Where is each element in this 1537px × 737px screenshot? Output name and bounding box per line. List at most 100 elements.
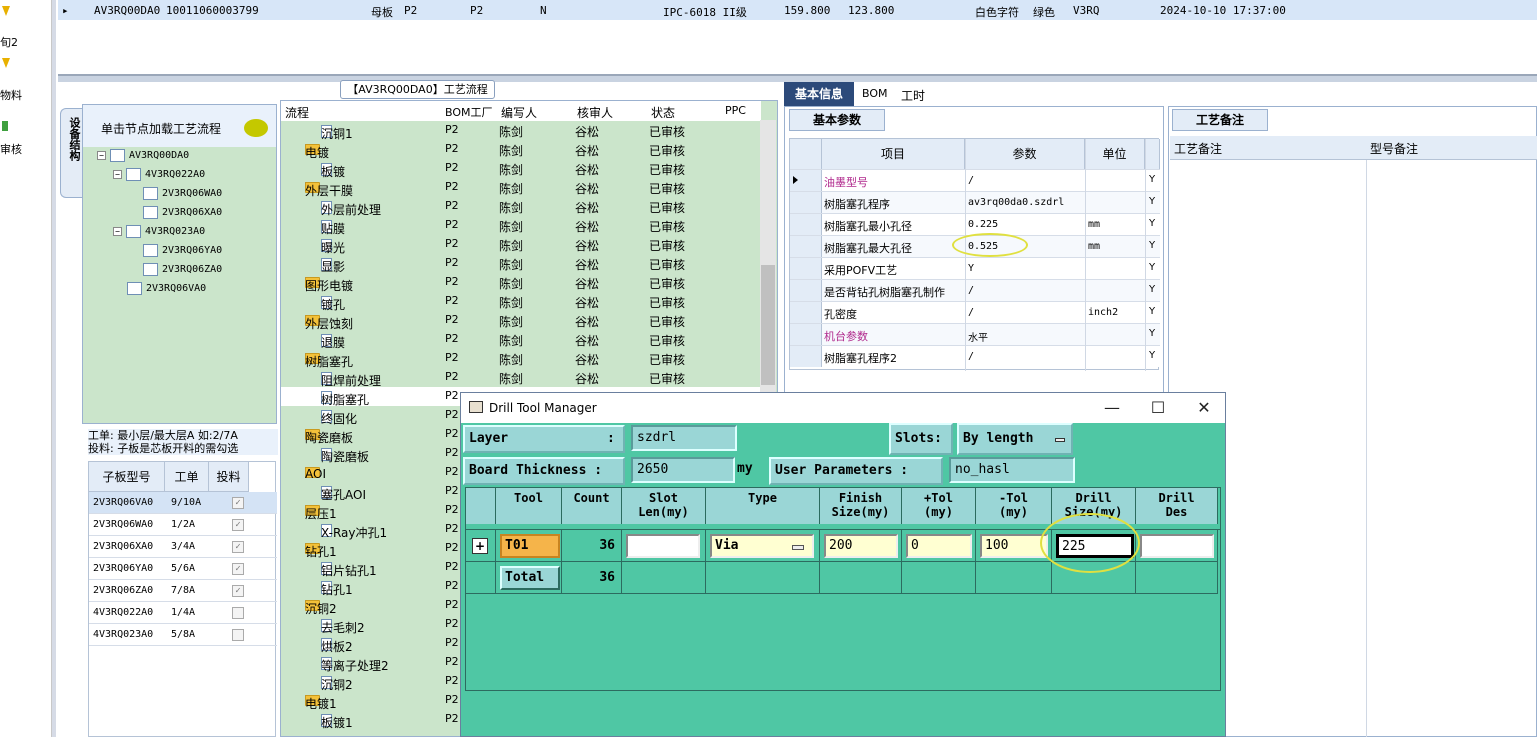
tree-node[interactable]: − AV3RQ00DA0 <box>97 149 189 162</box>
finish-size-field[interactable]: 200 <box>824 534 898 558</box>
col-header[interactable]: 参数 <box>965 139 1085 169</box>
row-header[interactable] <box>790 214 822 235</box>
tree-node[interactable]: − 4V3RQ023A0 <box>113 225 205 238</box>
col-header[interactable]: 编写人 <box>501 104 537 121</box>
param-row[interactable]: 树脂塞孔程序2 / Y <box>790 345 1160 367</box>
param-value[interactable]: 0.225 <box>968 219 998 230</box>
param-row[interactable]: 是否背钻孔树脂塞孔制作 / Y <box>790 279 1160 301</box>
sub-board-row[interactable]: 2V3RQ06XA0 3/4A ✓ <box>89 536 277 558</box>
param-row[interactable]: 采用POFV工艺 Y Y <box>790 257 1160 279</box>
feed-checkbox[interactable] <box>232 607 244 619</box>
tab-basic-params[interactable]: 基本参数 <box>789 109 885 131</box>
process-row[interactable]: 退膜 P2 陈剑 谷松 已审核 <box>281 330 761 350</box>
row-header[interactable] <box>790 258 822 279</box>
minus-tol-field[interactable]: 100 <box>980 534 1048 558</box>
collapse-icon[interactable]: − <box>113 170 122 179</box>
process-row[interactable]: 镀孔 P2 陈剑 谷松 已审核 <box>281 292 761 312</box>
row-header[interactable] <box>790 346 822 367</box>
param-row[interactable]: 孔密度 / inch2 Y <box>790 301 1160 323</box>
row-header[interactable] <box>790 236 822 257</box>
dropdown-icon[interactable] <box>792 545 804 550</box>
col-header[interactable]: 状态 <box>651 104 675 121</box>
process-row[interactable]: 贴膜 P2 陈剑 谷松 已审核 <box>281 216 761 236</box>
drill-des-field[interactable] <box>1140 534 1214 558</box>
tab-process-notes[interactable]: 工艺备注 <box>1172 109 1268 131</box>
slots-select[interactable]: By length <box>957 423 1073 455</box>
col-header[interactable]: 流程 <box>285 104 309 121</box>
close-button[interactable]: ✕ <box>1191 397 1217 419</box>
nav-item-1[interactable]: 旬2 <box>0 34 18 50</box>
param-row[interactable]: 树脂塞孔最小孔径 0.225 mm Y <box>790 213 1160 235</box>
row-header[interactable] <box>790 280 822 301</box>
process-row[interactable]: −外层蚀刻 P2 陈剑 谷松 已审核 <box>281 311 761 331</box>
process-row[interactable]: 曝光 P2 陈剑 谷松 已审核 <box>281 235 761 255</box>
process-row[interactable]: 阻焊前处理 P2 陈剑 谷松 已审核 <box>281 368 761 388</box>
tree-node[interactable]: 2V3RQ06XA0 <box>143 206 222 219</box>
param-value[interactable]: / <box>968 351 974 362</box>
thickness-field[interactable]: 2650 <box>631 457 735 483</box>
feed-checkbox[interactable]: ✓ <box>232 519 244 531</box>
col-header[interactable]: 项目 <box>822 139 965 169</box>
param-value[interactable]: / <box>968 285 974 296</box>
scroll-thumb[interactable] <box>761 265 775 385</box>
feed-checkbox[interactable]: ✓ <box>232 585 244 597</box>
tab-bom[interactable]: BOM <box>862 87 888 100</box>
maximize-button[interactable]: ☐ <box>1145 397 1171 419</box>
tree-node[interactable]: 2V3RQ06ZA0 <box>143 263 222 276</box>
col-header-minus-tol[interactable]: -Tol (my) <box>976 488 1052 524</box>
tree-node[interactable]: 2V3RQ06VA0 <box>127 282 206 295</box>
col-header[interactable]: 核审人 <box>577 104 613 121</box>
user-params-field[interactable]: no_hasl <box>949 457 1075 483</box>
slot-len-field[interactable] <box>626 534 700 558</box>
sub-board-row[interactable]: 2V3RQ06YA0 5/6A ✓ <box>89 558 277 580</box>
tab-structure[interactable]: 设备结构 <box>60 108 82 198</box>
process-row[interactable]: −树脂塞孔 P2 陈剑 谷松 已审核 <box>281 349 761 369</box>
feed-checkbox[interactable]: ✓ <box>232 541 244 553</box>
minimize-button[interactable]: — <box>1099 397 1125 419</box>
process-row[interactable]: −电镀 P2 陈剑 谷松 已审核 <box>281 140 761 160</box>
collapse-icon[interactable]: − <box>97 151 106 160</box>
col-header[interactable]: 工艺备注 <box>1174 140 1222 157</box>
col-header[interactable]: 单位 <box>1085 139 1145 169</box>
col-header-slot-len[interactable]: Slot Len(my) <box>622 488 706 524</box>
order-row[interactable]: ▸ AV3RQ00DA0 10011060003799 母板 P2 P2 N I… <box>58 0 1537 20</box>
process-row[interactable]: 外层前处理 P2 陈剑 谷松 已审核 <box>281 197 761 217</box>
col-header-count[interactable]: Count <box>562 488 622 524</box>
param-row[interactable]: 油墨型号 / Y <box>790 169 1160 191</box>
feed-checkbox[interactable] <box>232 629 244 641</box>
tab-basic-info[interactable]: 基本信息 <box>784 82 854 106</box>
row-header[interactable] <box>790 324 822 345</box>
col-header[interactable]: 子板型号 <box>89 462 165 492</box>
col-header[interactable]: 型号备注 <box>1370 140 1418 157</box>
param-row[interactable]: 机台参数 水平 Y <box>790 323 1160 345</box>
nav-item-review[interactable]: 审核 <box>0 141 22 157</box>
param-value[interactable]: av3rq00da0.szdrl <box>968 197 1064 208</box>
dialog-titlebar[interactable]: Drill Tool Manager — ☐ ✕ <box>461 393 1225 423</box>
process-row[interactable]: −图形电镀 P2 陈剑 谷松 已审核 <box>281 273 761 293</box>
tool-field[interactable]: T01 <box>500 534 560 558</box>
sub-board-row[interactable]: 2V3RQ06VA0 9/10A ✓ <box>89 492 277 514</box>
col-header-drill-des[interactable]: Drill Des <box>1136 488 1218 524</box>
sub-board-row[interactable]: 2V3RQ06WA0 1/2A ✓ <box>89 514 277 536</box>
process-row[interactable]: 沉铜1 P2 陈剑 谷松 已审核 <box>281 121 761 141</box>
row-header[interactable] <box>790 192 822 213</box>
layer-field[interactable]: szdrl <box>631 425 737 451</box>
param-value[interactable]: / <box>968 307 974 318</box>
process-row[interactable]: −外层干膜 P2 陈剑 谷松 已审核 <box>281 178 761 198</box>
feed-checkbox[interactable]: ✓ <box>232 563 244 575</box>
plus-tol-field[interactable]: 0 <box>906 534 972 558</box>
row-header[interactable] <box>790 302 822 323</box>
col-header-tool[interactable]: Tool <box>496 488 562 524</box>
feed-checkbox[interactable]: ✓ <box>232 497 244 509</box>
tree-node[interactable]: 2V3RQ06YA0 <box>143 244 222 257</box>
tree-node[interactable]: 2V3RQ06WA0 <box>143 187 222 200</box>
sub-board-row[interactable]: 2V3RQ06ZA0 7/8A ✓ <box>89 580 277 602</box>
type-select[interactable]: Via <box>710 534 814 558</box>
collapse-icon[interactable]: − <box>113 227 122 236</box>
col-header[interactable]: BOM工厂 <box>445 104 493 120</box>
expand-button[interactable]: + <box>472 538 488 554</box>
tree-node[interactable]: − 4V3RQ022A0 <box>113 168 205 181</box>
col-header-plus-tol[interactable]: +Tol (my) <box>902 488 976 524</box>
param-value[interactable]: Y <box>968 263 974 274</box>
col-header[interactable]: 工单 <box>165 462 209 492</box>
